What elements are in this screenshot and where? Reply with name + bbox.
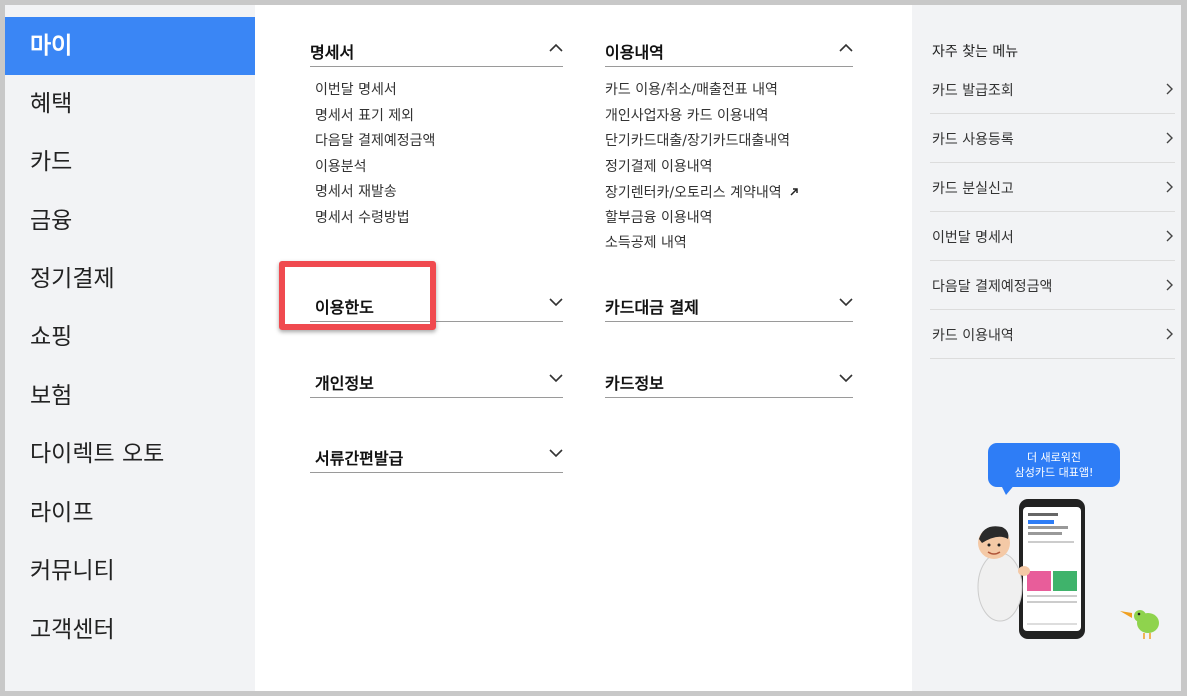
quick-item-card-usage[interactable]: 카드 이용내역 bbox=[930, 310, 1175, 359]
chevron-up-icon[interactable] bbox=[549, 43, 563, 53]
link-next-month-payment[interactable]: 다음달 결제예정금액 bbox=[315, 129, 435, 155]
section-title: 서류간편발급 bbox=[315, 449, 404, 468]
quick-menu-title: 자주 찾는 메뉴 bbox=[932, 44, 1019, 60]
app-promo-banner[interactable]: 더 새로워진 삼성카드 대표앱! bbox=[972, 443, 1172, 683]
nav-item-direct-auto[interactable]: 다이렉트 오토 bbox=[5, 425, 255, 483]
chevron-down-icon[interactable] bbox=[549, 298, 563, 308]
link-rentcar-lease[interactable]: 장기렌터카/오토리스 계약내역 bbox=[605, 180, 799, 206]
link-card-loan-history[interactable]: 단기카드대출/장기카드대출내역 bbox=[605, 129, 799, 155]
link-label: 장기렌터카/오토리스 계약내역 bbox=[605, 184, 782, 201]
nav-item-life[interactable]: 라이프 bbox=[5, 484, 255, 542]
link-statement-exclude[interactable]: 명세서 표기 제외 bbox=[315, 104, 435, 130]
section-docs-header[interactable]: 서류간편발급 bbox=[310, 443, 563, 473]
nav-item-benefits[interactable]: 혜택 bbox=[5, 75, 255, 133]
section-personal-header[interactable]: 개인정보 bbox=[310, 368, 563, 398]
quick-item-label: 카드 분실신고 bbox=[932, 181, 1014, 197]
link-statement-receive-method[interactable]: 명세서 수령방법 bbox=[315, 206, 435, 232]
chevron-down-icon[interactable] bbox=[839, 298, 853, 308]
nav-item-card[interactable]: 카드 bbox=[5, 133, 255, 191]
external-link-icon bbox=[790, 180, 799, 206]
section-statement-header[interactable]: 명세서 bbox=[310, 37, 563, 67]
quick-item-card-issue[interactable]: 카드 발급조회 bbox=[930, 65, 1175, 114]
link-subscription-usage[interactable]: 정기결제 이용내역 bbox=[605, 155, 799, 181]
quick-item-card-register[interactable]: 카드 사용등록 bbox=[930, 114, 1175, 163]
left-nav: 마이 혜택 카드 금융 정기결제 쇼핑 보험 다이렉트 오토 라이프 커뮤니티 … bbox=[5, 5, 255, 691]
chevron-up-icon[interactable] bbox=[839, 43, 853, 53]
link-business-card-usage[interactable]: 개인사업자용 카드 이용내역 bbox=[605, 104, 799, 130]
quick-item-label: 다음달 결제예정금액 bbox=[932, 279, 1053, 295]
section-title: 개인정보 bbox=[315, 374, 374, 393]
quick-item-card-lost[interactable]: 카드 분실신고 bbox=[930, 163, 1175, 212]
section-title: 이용내역 bbox=[605, 43, 664, 62]
chevron-right-icon bbox=[1166, 328, 1173, 344]
promo-line2: 삼성카드 대표앱! bbox=[1014, 466, 1094, 479]
link-statement-resend[interactable]: 명세서 재발송 bbox=[315, 180, 435, 206]
app-promo-illustration bbox=[977, 499, 1159, 639]
usage-links: 카드 이용/취소/매출전표 내역 개인사업자용 카드 이용내역 단기카드대출/장… bbox=[605, 78, 799, 257]
nav-item-my[interactable]: 마이 bbox=[5, 17, 255, 75]
chevron-right-icon bbox=[1166, 132, 1173, 148]
link-tax-deduction[interactable]: 소득공제 내역 bbox=[605, 231, 799, 257]
section-limit-header[interactable]: 이용한도 bbox=[310, 292, 563, 322]
promo-bubble: 더 새로워진 삼성카드 대표앱! bbox=[988, 443, 1120, 487]
section-cardinfo-header[interactable]: 카드정보 bbox=[605, 368, 853, 398]
promo-bubble-tail bbox=[1000, 483, 1016, 495]
section-title: 카드정보 bbox=[605, 374, 664, 393]
section-title: 명세서 bbox=[310, 43, 355, 62]
chevron-right-icon bbox=[1166, 181, 1173, 197]
chevron-down-icon[interactable] bbox=[839, 374, 853, 384]
chevron-right-icon bbox=[1166, 279, 1173, 295]
quick-item-next-payment[interactable]: 다음달 결제예정금액 bbox=[930, 261, 1175, 310]
quick-item-label: 카드 사용등록 bbox=[932, 132, 1014, 148]
link-card-usage-cancel[interactable]: 카드 이용/취소/매출전표 내역 bbox=[605, 78, 799, 104]
section-title: 이용한도 bbox=[315, 298, 374, 317]
nav-item-finance[interactable]: 금융 bbox=[5, 192, 255, 250]
link-installment-finance[interactable]: 할부금융 이용내역 bbox=[605, 206, 799, 232]
statement-links: 이번달 명세서 명세서 표기 제외 다음달 결제예정금액 이용분석 명세서 재발… bbox=[315, 78, 435, 231]
nav-item-insurance[interactable]: 보험 bbox=[5, 367, 255, 425]
quick-item-label: 이번달 명세서 bbox=[932, 230, 1014, 246]
quick-item-label: 카드 이용내역 bbox=[932, 328, 1014, 344]
link-this-month-statement[interactable]: 이번달 명세서 bbox=[315, 78, 435, 104]
page-frame: 마이 혜택 카드 금융 정기결제 쇼핑 보험 다이렉트 오토 라이프 커뮤니티 … bbox=[5, 5, 1181, 691]
section-usage-header[interactable]: 이용내역 bbox=[605, 37, 853, 67]
chevron-right-icon bbox=[1166, 230, 1173, 246]
promo-line1: 더 새로워진 bbox=[1026, 451, 1082, 464]
nav-item-customer-center[interactable]: 고객센터 bbox=[5, 601, 255, 659]
section-title: 카드대금 결제 bbox=[605, 298, 699, 317]
chevron-down-icon[interactable] bbox=[549, 449, 563, 459]
nav-item-shopping[interactable]: 쇼핑 bbox=[5, 308, 255, 366]
quick-menu-panel: 자주 찾는 메뉴 카드 발급조회 카드 사용등록 카드 분실신고 이번달 명세서… bbox=[912, 5, 1181, 691]
nav-item-community[interactable]: 커뮤니티 bbox=[5, 542, 255, 600]
quick-item-this-month-statement[interactable]: 이번달 명세서 bbox=[930, 212, 1175, 261]
chevron-right-icon bbox=[1166, 83, 1173, 99]
quick-item-label: 카드 발급조회 bbox=[932, 83, 1014, 99]
section-payment-header[interactable]: 카드대금 결제 bbox=[605, 292, 853, 322]
chevron-down-icon[interactable] bbox=[549, 374, 563, 384]
link-usage-analysis[interactable]: 이용분석 bbox=[315, 155, 435, 181]
nav-item-subscription[interactable]: 정기결제 bbox=[5, 250, 255, 308]
